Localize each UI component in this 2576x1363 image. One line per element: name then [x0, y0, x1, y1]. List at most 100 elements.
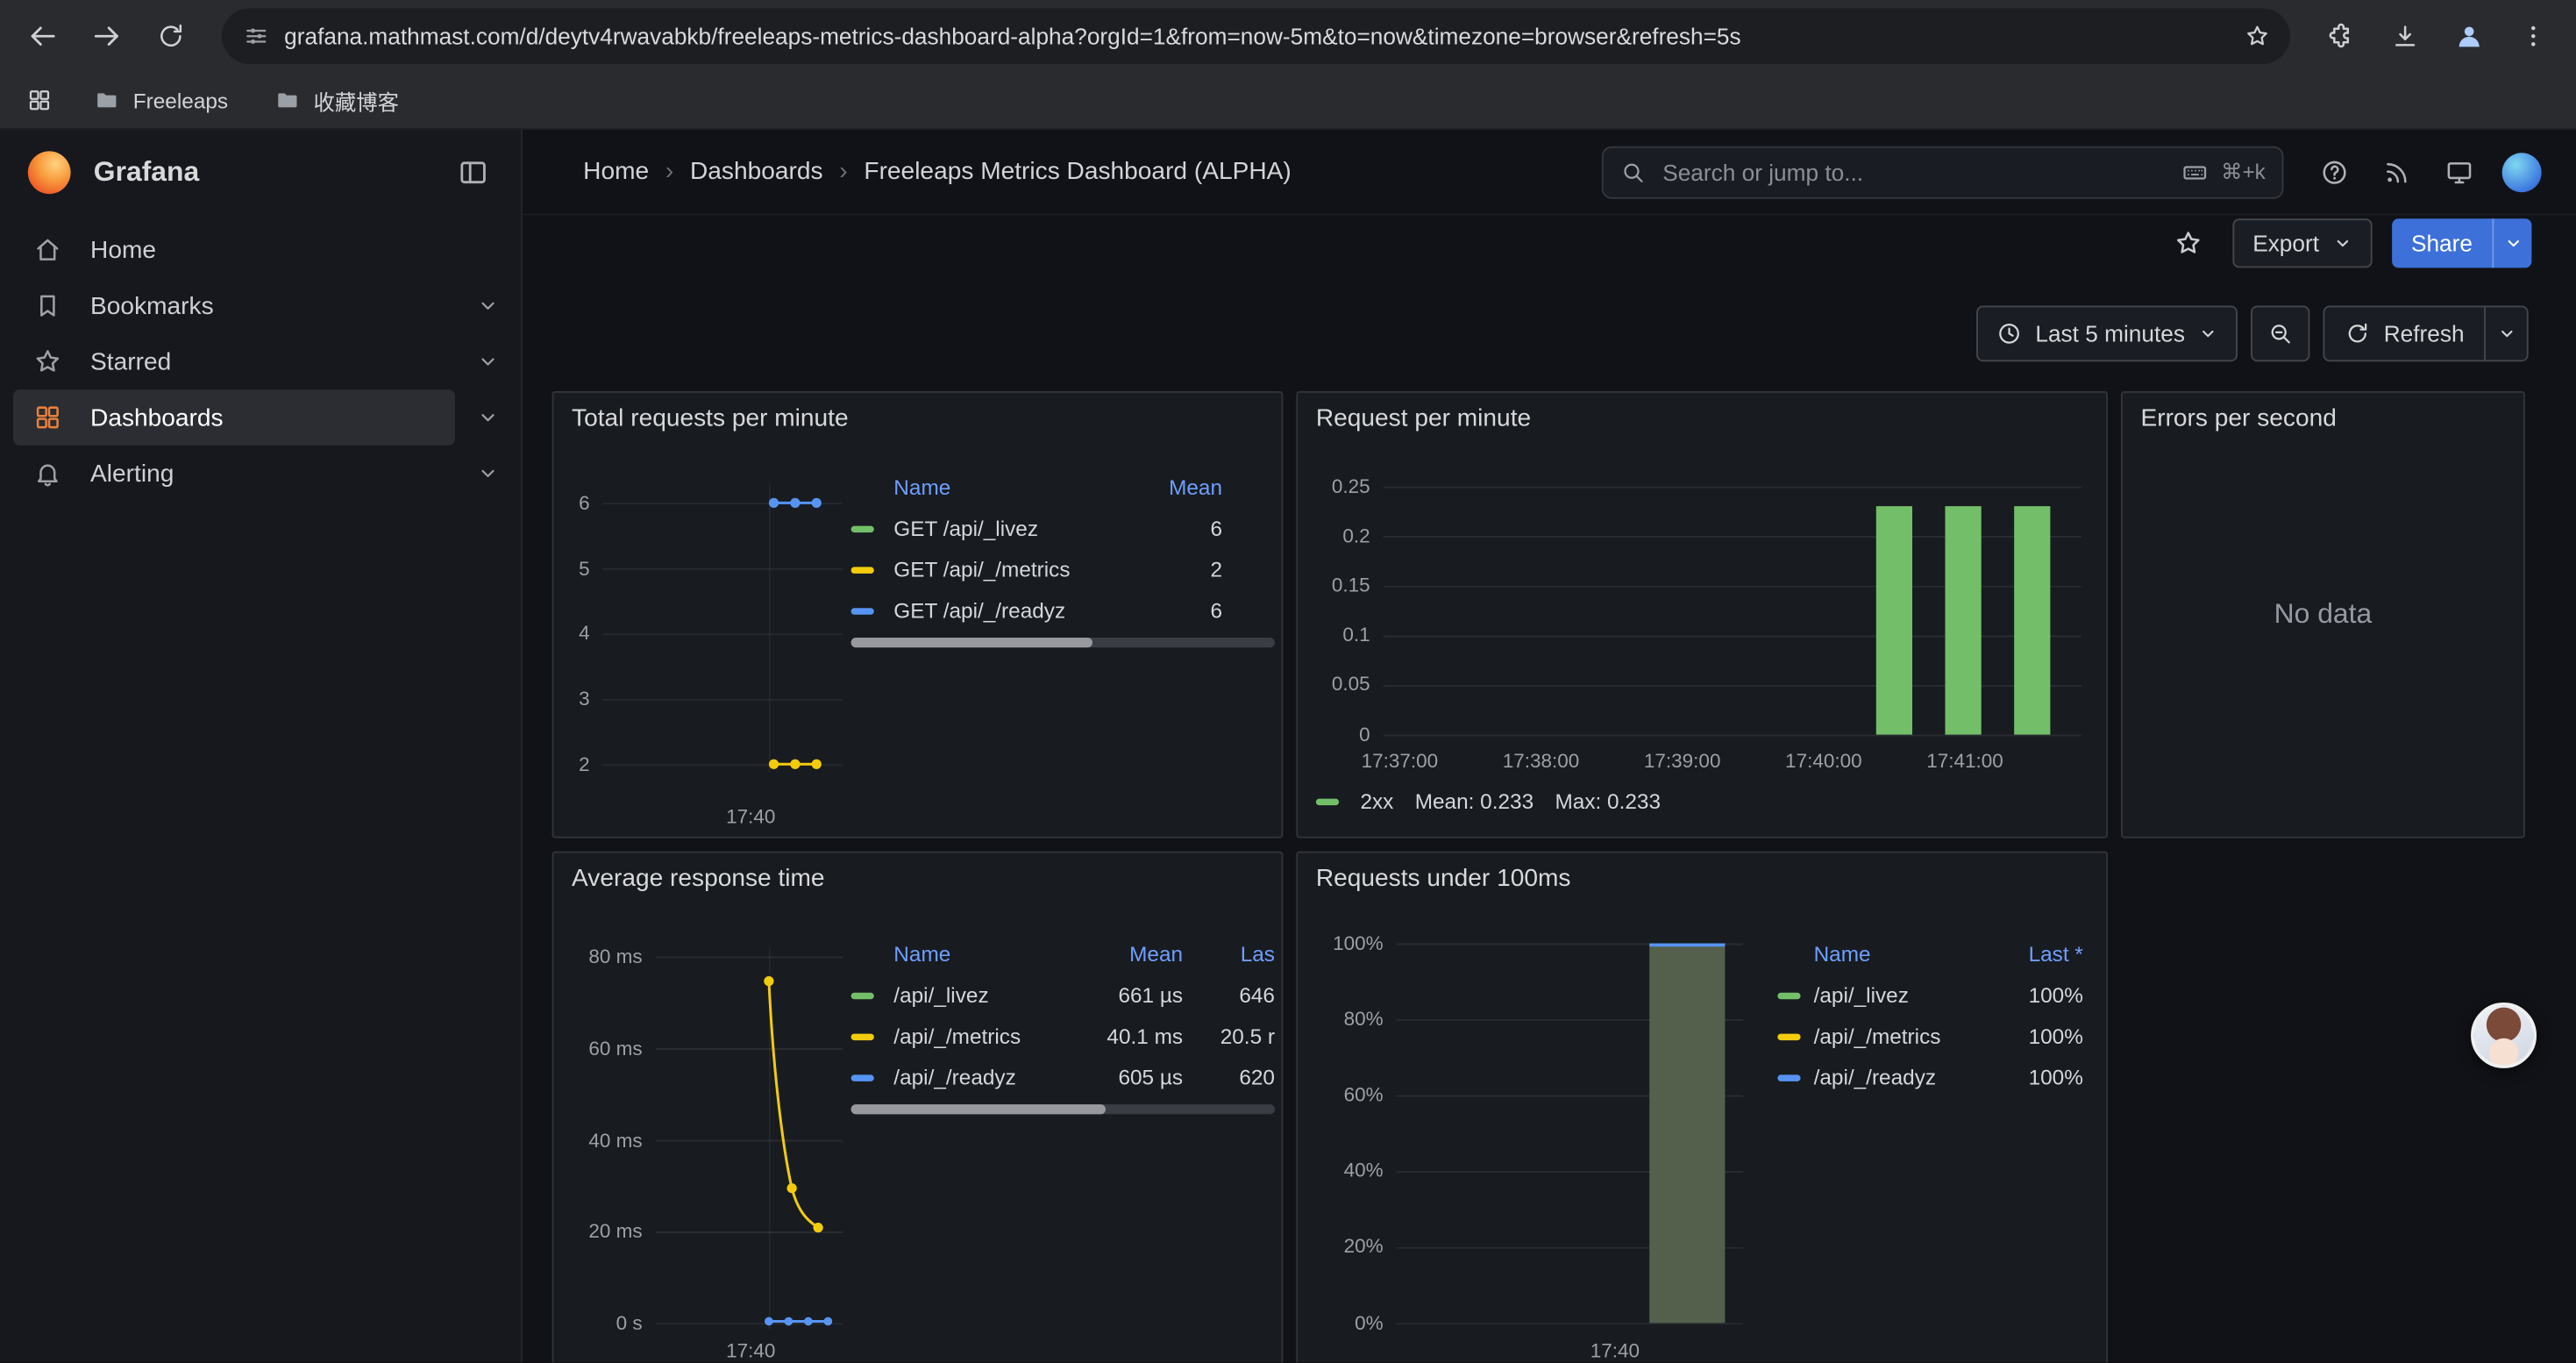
expand-starred-button[interactable] — [455, 333, 521, 389]
legend-series-name[interactable]: /api/_/readyz — [893, 1065, 1081, 1089]
legend-header-last[interactable]: Last * — [1997, 941, 2082, 966]
url-input[interactable] — [284, 23, 2219, 49]
bar — [2014, 506, 2050, 734]
panel-requests-under-100ms: Requests under 100ms 100% 80% 60% 40% 20… — [1296, 852, 2108, 1363]
bookmark-star-button[interactable] — [2234, 13, 2280, 59]
news-button[interactable] — [2369, 144, 2425, 200]
y-tick: 100% — [1298, 931, 1383, 957]
series-color-icon — [851, 992, 874, 998]
x-tick: 17:39:00 — [1625, 748, 1740, 774]
legend-series-name[interactable]: /api/_/readyz — [1814, 1065, 1998, 1089]
expand-bookmarks-button[interactable] — [455, 278, 521, 334]
legend-series-name[interactable]: GET /api/_livez — [893, 516, 1130, 540]
address-bar[interactable] — [222, 8, 2290, 64]
grafana-logo[interactable] — [28, 151, 71, 194]
search-box[interactable]: ⌘+k — [1602, 146, 2284, 198]
panel-title[interactable]: Average response time — [572, 865, 825, 893]
share-button[interactable]: Share — [2391, 218, 2492, 268]
expand-dashboards-button[interactable] — [455, 389, 521, 446]
sidebar-item-bookmarks[interactable]: Bookmarks — [13, 278, 455, 334]
breadcrumb-dashboards[interactable]: Dashboards — [690, 158, 823, 186]
legend-series-name[interactable]: GET /api/_/metrics — [893, 557, 1130, 582]
legend-series-name[interactable]: GET /api/_/readyz — [893, 598, 1130, 623]
keyboard-icon — [2181, 159, 2208, 185]
time-range-label: Last 5 minutes — [2035, 320, 2185, 346]
legend-series-name[interactable]: 2xx — [1360, 789, 1393, 813]
legend-scrollbar[interactable] — [851, 1104, 1275, 1114]
legend-header-mean[interactable]: Mean — [1130, 475, 1222, 499]
legend-series-mean: 2 — [1130, 557, 1222, 582]
y-tick: 0.05 — [1298, 670, 1370, 696]
search-input[interactable] — [1659, 157, 2168, 187]
line-chart[interactable] — [603, 483, 843, 788]
legend-series-name[interactable]: /api/_livez — [1814, 982, 1998, 1007]
legend-series-name[interactable]: /api/_/metrics — [893, 1024, 1081, 1048]
chrome-profile-button[interactable] — [2441, 8, 2497, 64]
time-range-picker[interactable]: Last 5 minutes — [1976, 306, 2238, 362]
zoom-out-button[interactable] — [2251, 306, 2309, 362]
forward-button[interactable] — [79, 8, 135, 64]
export-label: Export — [2252, 230, 2319, 256]
legend-series-name[interactable]: /api/_/metrics — [1814, 1024, 1998, 1048]
bookmark-label: Freeleaps — [133, 88, 228, 112]
reload-button[interactable] — [143, 8, 199, 64]
breadcrumb-home[interactable]: Home — [583, 158, 649, 186]
chrome-menu-button[interactable] — [2505, 8, 2561, 64]
export-button[interactable]: Export — [2233, 218, 2372, 268]
scrollbar-thumb[interactable] — [851, 638, 1093, 647]
x-tick: 17:40:00 — [1766, 748, 1881, 774]
sidebar-item-dashboards[interactable]: Dashboards — [13, 389, 455, 446]
legend-header-name[interactable]: Name — [1814, 941, 1998, 966]
sidebar-item-alerting[interactable]: Alerting — [13, 446, 455, 502]
legend-scrollbar[interactable] — [851, 638, 1275, 647]
apps-grid-icon — [26, 87, 53, 113]
legend-series-mean: 40.1 ms — [1081, 1024, 1183, 1048]
dock-menu-button[interactable] — [445, 145, 502, 201]
legend-table: Name Mean Las /api/_livez 661 µs 646 /ap… — [851, 931, 1275, 1114]
apps-grid-button[interactable] — [17, 77, 62, 123]
legend-row: GET /api/_livez 6 — [851, 508, 1275, 549]
assistant-avatar[interactable] — [2471, 1003, 2537, 1068]
legend-series-name[interactable]: /api/_livez — [893, 982, 1081, 1007]
share-menu-button[interactable] — [2492, 218, 2531, 268]
extensions-button[interactable] — [2313, 8, 2369, 64]
downloads-button[interactable] — [2377, 8, 2433, 64]
panel-errors-per-second: Errors per second No data — [2121, 391, 2525, 838]
y-tick: 80% — [1298, 1006, 1383, 1032]
y-tick: 2 — [553, 751, 589, 777]
favorite-star-button[interactable] — [2164, 218, 2213, 268]
panel-title[interactable]: Request per minute — [1316, 404, 1531, 432]
refresh-interval-button[interactable] — [2484, 307, 2527, 360]
profile-avatar-button[interactable] — [2494, 144, 2550, 200]
display-button[interactable] — [2431, 144, 2487, 200]
y-tick: 5 — [553, 555, 589, 582]
panel-title[interactable]: Requests under 100ms — [1316, 865, 1571, 893]
chevron-down-icon — [476, 294, 499, 317]
back-button[interactable] — [15, 8, 71, 64]
bookmark-blog[interactable]: 收藏博客 — [260, 79, 414, 122]
legend-row: /api/_/readyz 605 µs 620 — [851, 1057, 1275, 1098]
scrollbar-thumb[interactable] — [851, 1104, 1106, 1114]
line-chart[interactable] — [656, 948, 843, 1359]
legend-header-row: Name Last * — [1777, 931, 2083, 974]
sidebar-item-home[interactable]: Home — [13, 222, 521, 278]
star-icon — [2245, 23, 2271, 49]
site-settings-icon[interactable] — [243, 23, 269, 49]
bell-icon — [32, 459, 62, 489]
legend-header-mean[interactable]: Mean — [1081, 941, 1183, 966]
panel-title[interactable]: Total requests per minute — [572, 404, 849, 432]
expand-alerting-button[interactable] — [455, 446, 521, 502]
legend-header-name[interactable]: Name — [893, 475, 1130, 499]
refresh-button[interactable]: Refresh — [2324, 307, 2484, 360]
refresh-icon — [2345, 320, 2371, 346]
help-button[interactable] — [2307, 144, 2363, 200]
bookmark-freeleaps[interactable]: Freeleaps — [79, 79, 243, 122]
legend-header-last[interactable]: Las — [1183, 941, 1275, 966]
series-color-icon — [851, 1033, 874, 1039]
bookmark-label: 收藏博客 — [314, 84, 399, 116]
series-color-icon — [1777, 1074, 1800, 1080]
screen: Freeleaps 收藏博客 Grafana Home — [0, 0, 2576, 1362]
sidebar-item-starred[interactable]: Starred — [13, 333, 455, 389]
legend-row: /api/_/metrics 100% — [1777, 1016, 2083, 1057]
legend-header-name[interactable]: Name — [893, 941, 1081, 966]
